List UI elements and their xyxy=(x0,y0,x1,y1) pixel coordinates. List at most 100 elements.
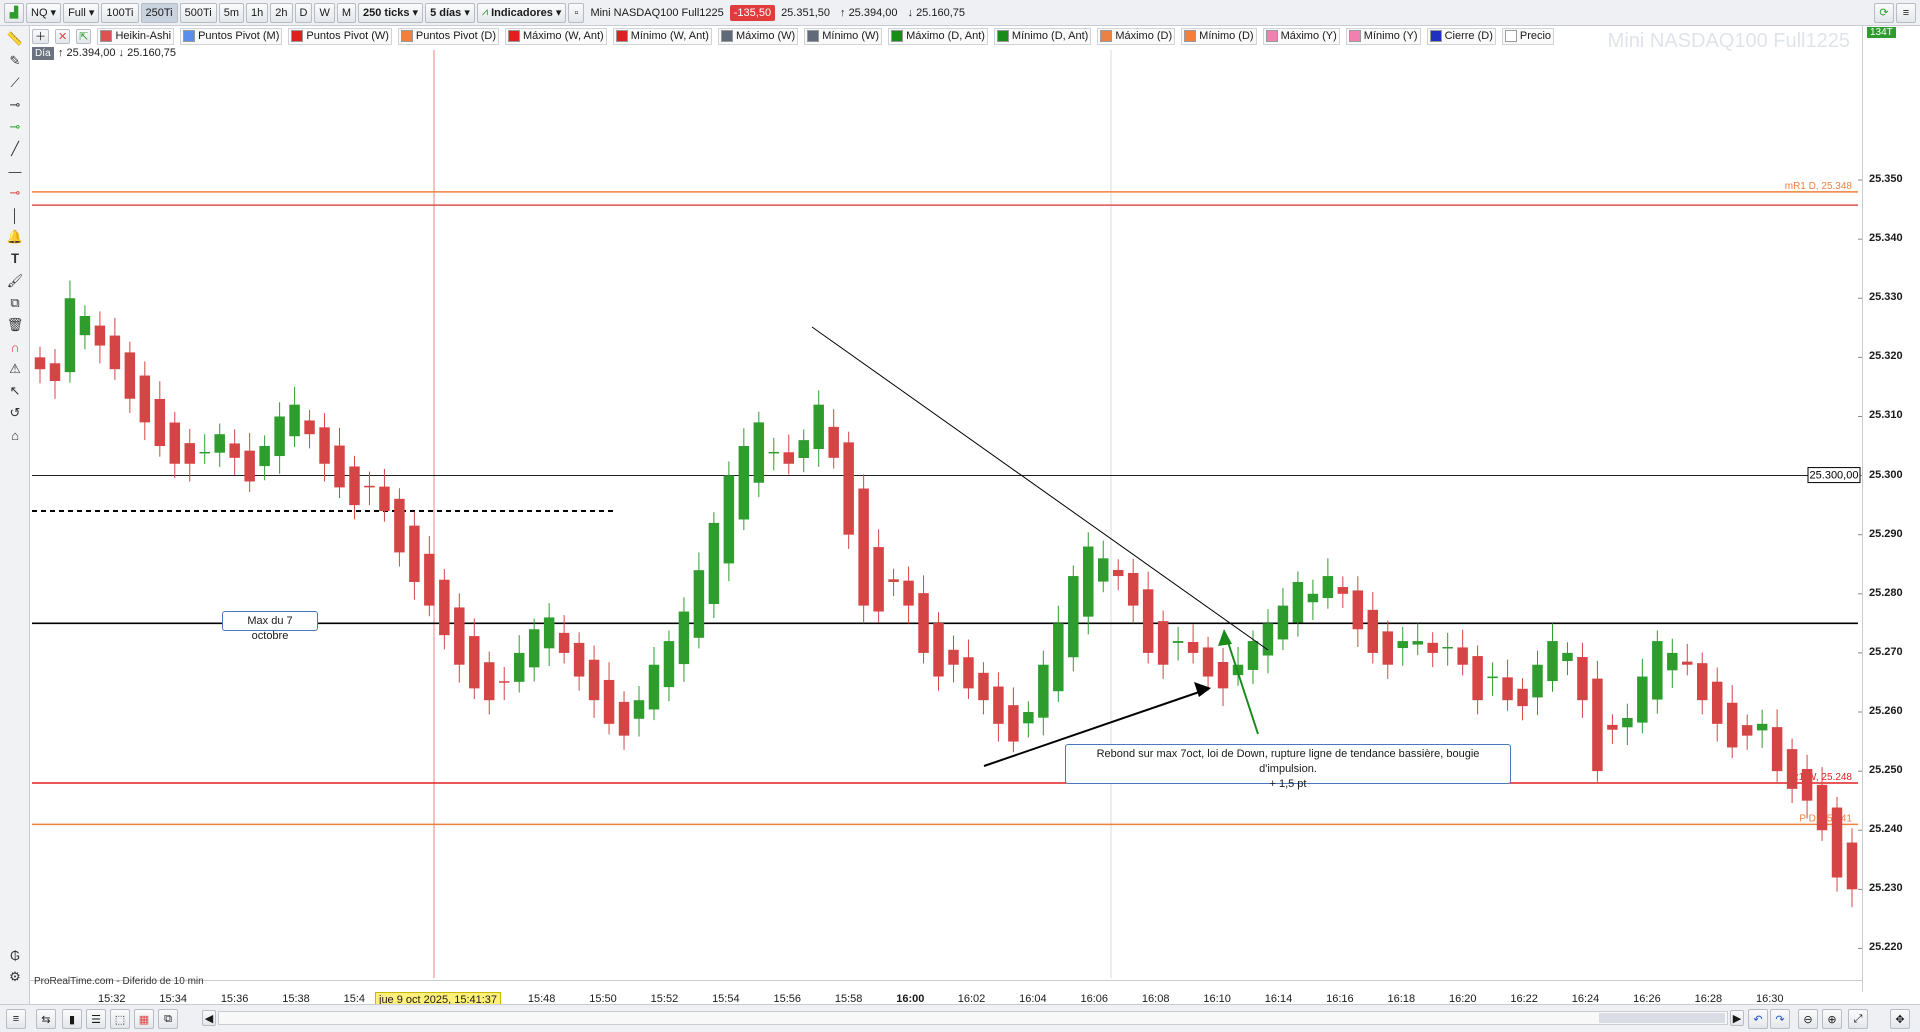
candle-body xyxy=(1697,663,1708,701)
horizontal-scrollbar[interactable] xyxy=(218,1011,1728,1025)
price-chart[interactable]: mR1 D, 25.34825.345,7525.300,00R1 W, 25.… xyxy=(0,0,1920,1032)
expand-indicators-icon[interactable]: ⇱ xyxy=(76,28,92,44)
candle-body xyxy=(1008,705,1019,742)
indicator-item[interactable]: Puntos Pivot (M) xyxy=(180,27,283,45)
zoom-in-icon[interactable]: ⊕ xyxy=(1822,1009,1842,1029)
trade-annotation[interactable]: Rebond sur max 7oct, loi de Down, ruptur… xyxy=(1065,744,1511,790)
red-line-icon[interactable]: ⊸ xyxy=(6,184,24,202)
candle-body xyxy=(648,664,660,710)
scroll-left-icon[interactable]: ◀ xyxy=(202,1010,216,1026)
add-indicator-icon[interactable]: ＋ xyxy=(32,28,49,44)
symbol-select[interactable]: NQ ▾ xyxy=(26,2,62,23)
indicator-item[interactable]: Mínimo (W) xyxy=(804,27,883,45)
price-axis[interactable]: 134T 25.220 25.230 25.240 25.250 25.260 25.27… xyxy=(1862,26,1920,992)
close-indicators-icon[interactable]: ✕ xyxy=(55,28,71,44)
cross-cursor-icon[interactable]: ✥ xyxy=(1890,1009,1910,1029)
timeframe-button-2h[interactable]: 2h xyxy=(270,2,293,23)
timeframe-button-500ti[interactable]: 500Ti xyxy=(179,2,217,23)
indicator-item[interactable]: Cierre (D) xyxy=(1426,27,1496,45)
horizontal-line-icon[interactable]: ⊸ xyxy=(6,96,24,114)
timeframe-button-1h[interactable]: 1h xyxy=(246,2,269,23)
undo-drawing-icon[interactable]: ↺ xyxy=(6,404,24,422)
refresh-icon[interactable]: ⟳ xyxy=(1874,2,1894,23)
indicator-item[interactable]: Puntos Pivot (D) xyxy=(397,27,500,45)
hide-drawings-icon[interactable]: ⚠ xyxy=(6,360,24,378)
mode-select[interactable]: Full ▾ xyxy=(63,2,100,23)
window-menu-icon[interactable]: ≡ xyxy=(1896,2,1916,23)
scroll-right-icon[interactable]: ▶ xyxy=(1730,1010,1744,1026)
bottom-tool-4-icon[interactable]: ☰ xyxy=(86,1009,106,1029)
price-tick-label: 25.220 xyxy=(1869,941,1903,954)
bottom-tool-5-icon[interactable]: ⬚ xyxy=(110,1009,130,1029)
bottom-tool-3-icon[interactable]: ▮ xyxy=(62,1009,82,1029)
segment-tool-icon[interactable]: ⟋ xyxy=(6,74,24,92)
bottom-tool-7-icon[interactable]: ⧉ xyxy=(158,1009,178,1029)
brush-icon[interactable]: 🖌 xyxy=(6,272,24,290)
indicator-item[interactable]: Máximo (D, Ant) xyxy=(888,27,988,45)
timeframe-button-250ti[interactable]: 250Ti xyxy=(140,2,178,23)
magnet-icon[interactable]: ∩ xyxy=(6,338,24,356)
indicator-item[interactable]: Mínimo (W, Ant) xyxy=(612,27,712,45)
indicator-item[interactable]: Heikin-Ashi xyxy=(97,27,175,45)
undo-icon[interactable]: ↶ xyxy=(1748,1009,1768,1029)
indicator-item[interactable]: Mínimo (D) xyxy=(1181,27,1257,45)
settings-gear-icon[interactable]: ⚙ xyxy=(6,968,24,986)
alert-bell-icon[interactable]: 🔔 xyxy=(6,228,24,246)
indicators-button[interactable]: ⩘ Indicadores ▾ xyxy=(476,2,567,23)
chart-logo-icon[interactable]: ▟ xyxy=(4,2,24,23)
candle-body xyxy=(409,525,420,582)
max-7-oct-label[interactable]: Max du 7 octobre xyxy=(222,611,318,642)
timeframe-button-m[interactable]: M xyxy=(336,2,357,23)
bottom-toolbar: ≡ ⇆ ▮ ☰ ⬚ ▦ ⧉ ◀ ▶ ↶ ↷ ⊖ ⊕ ⤢ ✥ xyxy=(0,1004,1920,1032)
horizontal-line-green-icon[interactable]: ⊸ xyxy=(6,118,24,136)
scrollbar-thumb[interactable] xyxy=(1599,1013,1725,1023)
ticks-select[interactable]: 250 ticks ▾ xyxy=(358,2,424,23)
redo-icon[interactable]: ↷ xyxy=(1770,1009,1790,1029)
candle-body xyxy=(169,422,181,464)
price-level-label: mR1 D, 25.348 xyxy=(1785,181,1853,192)
indicator-item[interactable]: Máximo (Y) xyxy=(1262,27,1340,45)
line-icon[interactable]: — xyxy=(6,162,24,180)
bottom-tool-1-icon[interactable]: ≡ xyxy=(6,1009,26,1029)
timeframe-button-d[interactable]: D xyxy=(294,2,313,23)
trendline-icon[interactable]: ╱ xyxy=(6,140,24,158)
trash-icon[interactable]: 🗑 xyxy=(6,316,24,334)
price-level-label: P D, 25.241 xyxy=(1799,813,1852,824)
bottom-tool-2-icon[interactable]: ⇆ xyxy=(36,1009,56,1029)
ruler-icon[interactable]: 📏 xyxy=(6,30,24,48)
candles xyxy=(34,280,1858,908)
time-axis[interactable]: 15:3215:3415:3615:3815:415:4415:4615:481… xyxy=(30,980,1862,1005)
candle-body xyxy=(214,434,225,453)
days-select[interactable]: 5 días ▾ xyxy=(425,2,475,23)
indicator-item[interactable]: Máximo (W, Ant) xyxy=(505,27,607,45)
price-alert-icon[interactable]: ₲ xyxy=(6,946,24,964)
indicator-item[interactable]: Puntos Pivot (W) xyxy=(288,27,392,45)
pencil-icon[interactable]: ✎ xyxy=(6,52,24,70)
fit-chart-icon[interactable]: ⤢ xyxy=(1848,1009,1868,1029)
indicator-item[interactable]: Mínimo (Y) xyxy=(1345,27,1421,45)
zoom-out-icon[interactable]: ⊖ xyxy=(1798,1009,1818,1029)
cursor-icon[interactable]: ↖ xyxy=(6,382,24,400)
candle-body xyxy=(1816,784,1828,831)
indicator-label: Máximo (Y) xyxy=(1280,30,1337,42)
indicator-item[interactable]: Precio xyxy=(1501,27,1555,45)
timeframe-button-w[interactable]: W xyxy=(314,2,335,23)
bottom-tool-6-icon[interactable]: ▦ xyxy=(134,1009,154,1029)
indicator-color-swatch xyxy=(1429,30,1442,42)
indicator-color-swatch xyxy=(400,30,413,42)
candle-body xyxy=(1023,712,1034,724)
candle-body xyxy=(723,475,735,564)
text-tool-icon[interactable]: 𝐓 xyxy=(6,250,24,268)
candle-body xyxy=(1756,723,1768,731)
timeframe-button-5m[interactable]: 5m xyxy=(218,2,244,23)
indicator-item[interactable]: Máximo (D) xyxy=(1097,27,1176,45)
vertical-line-icon[interactable]: │ xyxy=(6,206,24,224)
instrument-menu-icon[interactable]: ▫ xyxy=(568,2,585,23)
timeframe-button-100ti[interactable]: 100Ti xyxy=(101,2,139,23)
candle-body xyxy=(1726,702,1738,748)
lock-drawings-icon[interactable]: ⌂ xyxy=(6,426,24,444)
indicator-item[interactable]: Mínimo (D, Ant) xyxy=(993,27,1092,45)
copy-icon[interactable]: ⧉ xyxy=(6,294,24,312)
candle-body xyxy=(903,580,914,606)
indicator-item[interactable]: Máximo (W) xyxy=(717,27,799,45)
